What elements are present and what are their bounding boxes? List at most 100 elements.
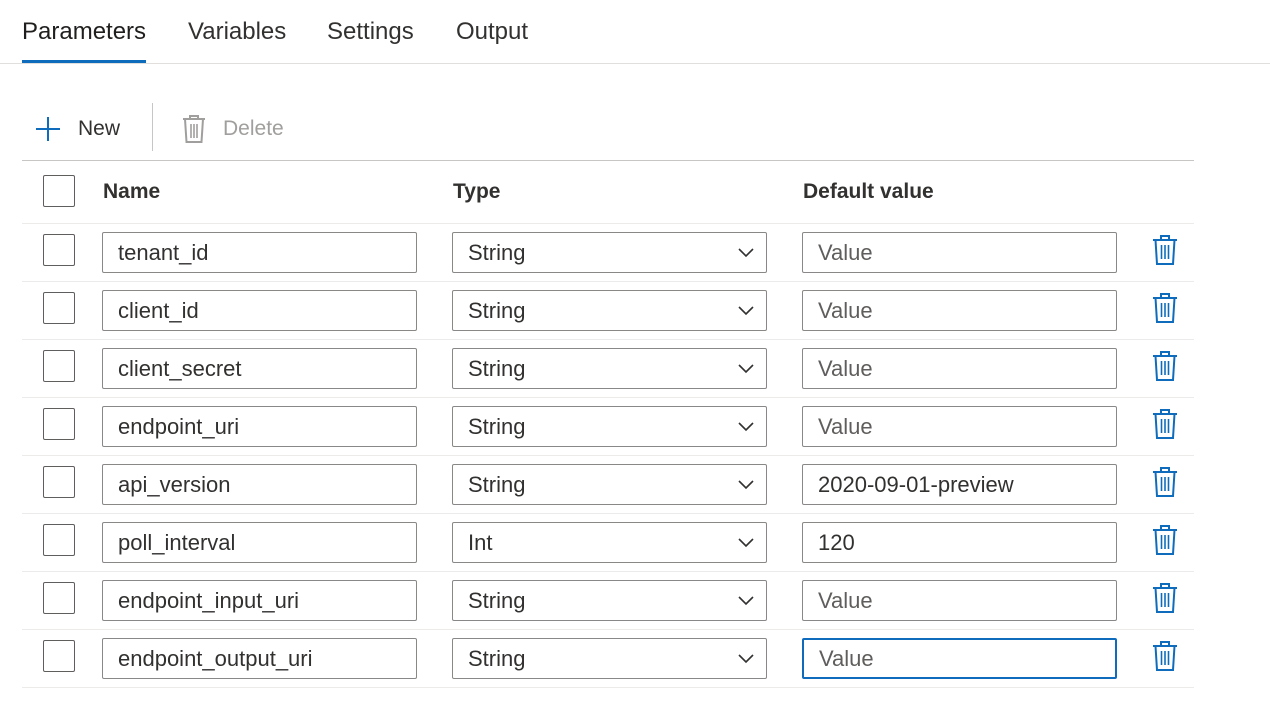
default-value-field[interactable]: [802, 638, 1117, 679]
type-selected-value: String: [468, 413, 526, 439]
name-input[interactable]: [103, 291, 416, 330]
tab-output[interactable]: Output: [456, 18, 528, 46]
tab-bar: Parameters Variables Settings Output: [0, 0, 1270, 64]
delete-row-trash-icon[interactable]: [1152, 582, 1178, 614]
type-selected-value: String: [468, 297, 526, 323]
default-value-field[interactable]: [802, 348, 1117, 389]
column-header-default-value: Default value: [803, 180, 934, 203]
table-row: String: [22, 398, 1194, 456]
default-value-input[interactable]: [803, 349, 1116, 388]
name-field[interactable]: [102, 580, 417, 621]
name-input[interactable]: [103, 407, 416, 446]
type-dropdown[interactable]: String: [452, 406, 767, 447]
default-value-field[interactable]: [802, 464, 1117, 505]
default-value-field[interactable]: [802, 232, 1117, 273]
delete-row-trash-icon[interactable]: [1152, 640, 1178, 672]
default-value-field[interactable]: [802, 522, 1117, 563]
delete-row-trash-icon[interactable]: [1152, 466, 1178, 498]
delete-row-trash-icon[interactable]: [1152, 234, 1178, 266]
delete-row-trash-icon[interactable]: [1152, 292, 1178, 324]
chevron-down-icon: [726, 247, 766, 258]
toolbar: New Delete: [22, 98, 1194, 161]
delete-row-trash-icon[interactable]: [1152, 524, 1178, 556]
delete-button[interactable]: Delete: [182, 98, 284, 160]
chevron-down-icon: [726, 305, 766, 316]
tab-parameters[interactable]: Parameters: [22, 18, 146, 46]
tab-variables[interactable]: Variables: [188, 18, 286, 46]
row-checkbox[interactable]: [43, 292, 75, 324]
table-row: String: [22, 630, 1194, 688]
type-selected-value: String: [468, 645, 526, 671]
name-input[interactable]: [103, 523, 416, 562]
type-selected-value: Int: [468, 529, 493, 555]
row-checkbox[interactable]: [43, 640, 75, 672]
type-dropdown[interactable]: Int: [452, 522, 767, 563]
type-dropdown[interactable]: String: [452, 464, 767, 505]
name-field[interactable]: [102, 464, 417, 505]
name-field[interactable]: [102, 522, 417, 563]
chevron-down-icon: [726, 363, 766, 374]
row-checkbox[interactable]: [43, 582, 75, 614]
delete-button-label: Delete: [223, 117, 284, 140]
type-dropdown[interactable]: String: [452, 348, 767, 389]
delete-row-trash-icon[interactable]: [1152, 408, 1178, 440]
column-header-type: Type: [453, 180, 501, 203]
name-field[interactable]: [102, 290, 417, 331]
default-value-input[interactable]: [803, 581, 1116, 620]
new-button[interactable]: New: [34, 98, 120, 160]
chevron-down-icon: [726, 421, 766, 432]
type-selected-value: String: [468, 471, 526, 497]
type-selected-value: String: [468, 355, 526, 381]
active-tab-indicator: [22, 60, 146, 63]
default-value-input[interactable]: [803, 523, 1116, 562]
name-input[interactable]: [103, 639, 416, 678]
new-button-label: New: [78, 117, 121, 140]
default-value-input[interactable]: [803, 407, 1116, 446]
plus-icon: [36, 117, 60, 141]
default-value-field[interactable]: [802, 580, 1117, 621]
default-value-field[interactable]: [802, 290, 1117, 331]
type-dropdown[interactable]: String: [452, 232, 767, 273]
default-value-input[interactable]: [803, 291, 1116, 330]
row-checkbox[interactable]: [43, 524, 75, 556]
chevron-down-icon: [726, 537, 766, 548]
name-field[interactable]: [102, 232, 417, 273]
column-header-name: Name: [103, 180, 161, 203]
select-all-checkbox[interactable]: [43, 175, 75, 207]
type-dropdown[interactable]: String: [452, 290, 767, 331]
table-row: Int: [22, 514, 1194, 572]
default-value-input[interactable]: [803, 465, 1116, 504]
table-row: String: [22, 224, 1194, 282]
row-checkbox[interactable]: [43, 234, 75, 266]
toolbar-divider: [152, 103, 153, 151]
name-field[interactable]: [102, 406, 417, 447]
type-dropdown[interactable]: String: [452, 580, 767, 621]
table-row: String: [22, 282, 1194, 340]
row-checkbox[interactable]: [43, 408, 75, 440]
parameters-table: Name Type Default value String String Stri…: [22, 160, 1194, 688]
tab-settings[interactable]: Settings: [327, 18, 414, 46]
name-field[interactable]: [102, 348, 417, 389]
default-value-input[interactable]: [804, 640, 1115, 677]
delete-row-trash-icon[interactable]: [1152, 350, 1178, 382]
name-input[interactable]: [103, 581, 416, 620]
row-checkbox[interactable]: [43, 350, 75, 382]
name-field[interactable]: [102, 638, 417, 679]
table-row: String: [22, 340, 1194, 398]
chevron-down-icon: [726, 479, 766, 490]
type-selected-value: String: [468, 587, 526, 613]
trash-icon: [183, 115, 205, 143]
table-row: String: [22, 572, 1194, 630]
row-checkbox[interactable]: [43, 466, 75, 498]
name-input[interactable]: [103, 233, 416, 272]
default-value-input[interactable]: [803, 233, 1116, 272]
type-selected-value: String: [468, 239, 526, 265]
chevron-down-icon: [726, 595, 766, 606]
table-header: Name Type Default value: [22, 160, 1194, 224]
name-input[interactable]: [103, 349, 416, 388]
default-value-field[interactable]: [802, 406, 1117, 447]
chevron-down-icon: [726, 653, 766, 664]
table-row: String: [22, 456, 1194, 514]
name-input[interactable]: [103, 465, 416, 504]
type-dropdown[interactable]: String: [452, 638, 767, 679]
